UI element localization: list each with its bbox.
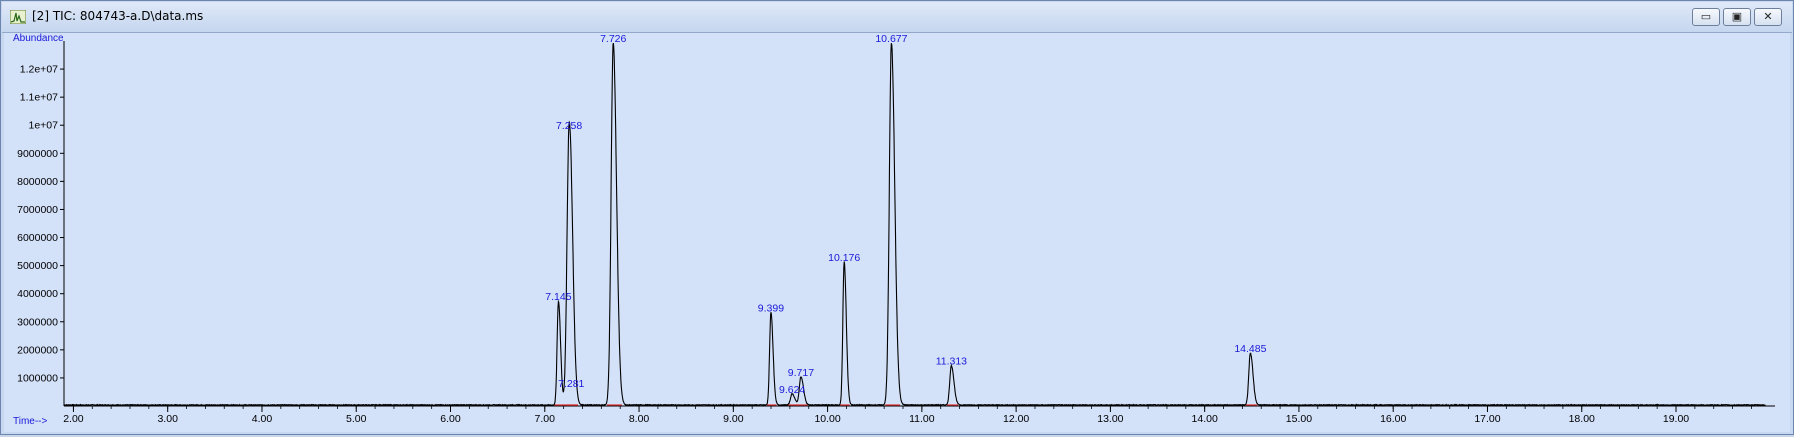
x-tick-label: 14.00 [1192, 413, 1218, 425]
y-tick-label: 1.2e+07 [20, 64, 58, 76]
y-tick-label: 1.1e+07 [20, 92, 58, 104]
minimize-icon: ▭ [1700, 11, 1712, 23]
peak-label: 7.281 [558, 378, 584, 390]
peak-label: 14.485 [1234, 343, 1266, 355]
restore-icon: ▣ [1731, 11, 1743, 23]
tic-trace-line [63, 42, 1766, 407]
x-axis-label: Time--> [13, 416, 48, 427]
x-tick-label: 18.00 [1569, 413, 1595, 425]
x-tick-label: 2.00 [63, 413, 84, 425]
x-tick-label: 5.00 [346, 413, 367, 425]
y-tick-label: 2000000 [17, 344, 58, 356]
peak-label: 11.313 [936, 356, 967, 368]
title-bar[interactable]: [2] TIC: 804743-a.D\data.ms ▭ ▣ ✕ [2, 2, 1792, 33]
y-axis: 1000000 2000000 3000000 4000000 5000000 60000… [17, 41, 65, 406]
x-tick-label: 15.00 [1286, 413, 1312, 425]
y-tick-label: 9000000 [17, 148, 58, 160]
y-tick-label: 4000000 [17, 288, 58, 300]
x-tick-label: 11.00 [909, 413, 935, 425]
x-tick-label: 9.00 [723, 413, 744, 425]
peak-label: 9.624 [779, 384, 805, 396]
x-tick-label: 10.00 [814, 413, 840, 425]
y-tick-label: 6000000 [17, 232, 58, 244]
peak-label: 9.717 [788, 367, 814, 379]
x-tick-label: 8.00 [629, 413, 650, 425]
peak-label: 10.677 [875, 33, 907, 45]
peak-label: 10.176 [828, 252, 860, 264]
y-tick-label: 1000000 [17, 372, 58, 384]
y-axis-label: Abundance [13, 33, 64, 44]
x-tick-label: 6.00 [440, 413, 461, 425]
restore-button[interactable]: ▣ [1723, 8, 1751, 26]
y-tick-label: 1e+07 [29, 120, 59, 132]
peak-label: 7.726 [600, 33, 626, 45]
x-tick-label: 13.00 [1097, 413, 1123, 425]
x-tick-label: 4.00 [252, 413, 273, 425]
y-tick-label: 5000000 [17, 260, 58, 272]
peak-label: 7.145 [545, 291, 571, 303]
x-tick-label: 19.00 [1663, 413, 1689, 425]
window-title: [2] TIC: 804743-a.D\data.ms [32, 9, 204, 23]
plot-area: 1000000 2000000 3000000 4000000 5000000 60000… [4, 33, 1790, 432]
x-tick-label: 7.00 [535, 413, 556, 425]
x-tick-label: 12.00 [1003, 413, 1029, 425]
y-tick-label: 3000000 [17, 316, 58, 328]
peak-label: 9.399 [758, 302, 784, 314]
close-button[interactable]: ✕ [1754, 8, 1782, 26]
peak-labels: 7.145 7.258 7.281 7.726 9.399 9.624 9.717 10.17… [545, 33, 1266, 396]
chromatogram-window: [2] TIC: 804743-a.D\data.ms ▭ ▣ ✕ 100000… [0, 0, 1794, 435]
tic-trace [63, 42, 1766, 407]
y-tick-label: 7000000 [17, 204, 58, 216]
peak-label: 7.258 [556, 120, 582, 132]
close-icon: ✕ [1763, 11, 1773, 23]
x-axis: 2.00 3.00 4.00 5.00 6.00 7.00 8.00 9.00 10.00 11.… [63, 405, 1775, 425]
x-tick-label: 16.00 [1380, 413, 1406, 425]
chromatogram-chart: 1000000 2000000 3000000 4000000 5000000 60000… [13, 33, 1775, 427]
chromatogram-app-icon [10, 10, 26, 24]
y-tick-label: 8000000 [17, 176, 58, 188]
x-tick-label: 3.00 [157, 413, 178, 425]
minimize-button[interactable]: ▭ [1692, 8, 1720, 26]
x-tick-label: 17.00 [1474, 413, 1500, 425]
